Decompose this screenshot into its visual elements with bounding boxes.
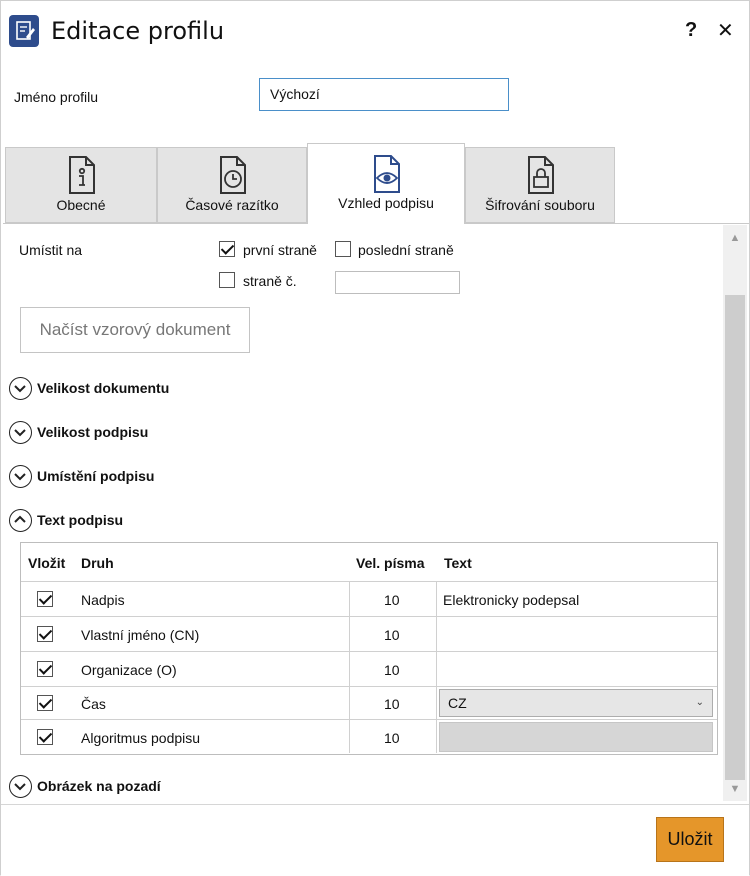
chevron-up-icon bbox=[9, 509, 32, 532]
scroll-down-icon[interactable]: ▼ bbox=[723, 778, 747, 800]
table-row: Vlastní jméno (CN) 10 bbox=[21, 616, 717, 651]
tab-label: Šifrování souboru bbox=[485, 197, 595, 213]
profile-dialog: Editace profilu ? ✕ Jméno profilu Výchoz… bbox=[0, 0, 750, 876]
load-sample-document-button[interactable]: Načíst vzorový dokument bbox=[20, 307, 250, 353]
column-header-font-size: Vel. písma bbox=[356, 555, 425, 571]
table-row: Algoritmus podpisu 10 bbox=[21, 719, 717, 754]
page-number-input[interactable] bbox=[335, 271, 460, 294]
row-text[interactable]: Elektronicky podepsal bbox=[443, 592, 579, 608]
chevron-down-icon bbox=[9, 465, 32, 488]
document-eye-icon bbox=[374, 155, 400, 193]
time-format-dropdown[interactable]: CZ ⌄ bbox=[439, 689, 713, 717]
table-row: Organizace (O) 10 bbox=[21, 651, 717, 686]
row-font-size[interactable]: 10 bbox=[384, 662, 400, 678]
tab-label: Vzhled podpisu bbox=[338, 195, 434, 211]
chevron-down-icon: ⌄ bbox=[695, 697, 704, 708]
placement-label: Umístit na bbox=[19, 242, 83, 258]
section-title: Velikost dokumentu bbox=[37, 380, 170, 396]
page-number-label: straně č. bbox=[243, 273, 297, 289]
tab-signature-appearance[interactable]: Vzhled podpisu bbox=[307, 143, 465, 224]
first-page-label: první straně bbox=[243, 242, 317, 258]
row-insert-checkbox[interactable] bbox=[37, 661, 53, 677]
row-kind: Vlastní jméno (CN) bbox=[81, 627, 200, 643]
row-kind: Nadpis bbox=[81, 592, 125, 608]
chevron-down-icon bbox=[9, 775, 32, 798]
vertical-scrollbar[interactable]: ▲ ▼ bbox=[723, 225, 747, 801]
profile-name-label: Jméno profilu bbox=[14, 89, 99, 105]
row-kind: Organizace (O) bbox=[81, 662, 177, 678]
chevron-down-icon bbox=[9, 421, 32, 444]
first-page-checkbox[interactable] bbox=[219, 241, 235, 257]
section-title: Velikost podpisu bbox=[37, 424, 149, 440]
row-font-size[interactable]: 10 bbox=[384, 696, 400, 712]
document-info-icon bbox=[69, 156, 95, 194]
row-kind: Algoritmus podpisu bbox=[81, 730, 201, 746]
section-title: Obrázek na pozadí bbox=[37, 778, 161, 794]
section-title: Umístění podpisu bbox=[37, 468, 155, 484]
scroll-thumb[interactable] bbox=[725, 295, 745, 780]
row-font-size[interactable]: 10 bbox=[384, 627, 400, 643]
window-title: Editace profilu bbox=[51, 17, 225, 45]
row-insert-checkbox[interactable] bbox=[37, 626, 53, 642]
last-page-checkbox[interactable] bbox=[335, 241, 351, 257]
dropdown-value: CZ bbox=[448, 695, 467, 711]
tab-label: Obecné bbox=[56, 197, 106, 213]
table-row: Nadpis 10 Elektronicky podepsal bbox=[21, 581, 717, 616]
save-button[interactable]: Uložit bbox=[656, 817, 724, 862]
row-font-size[interactable]: 10 bbox=[384, 592, 400, 608]
tab-file-encryption[interactable]: Šifrování souboru bbox=[465, 147, 615, 223]
tab-label: Časové razítko bbox=[185, 197, 279, 213]
row-insert-checkbox[interactable] bbox=[37, 695, 53, 711]
table-row: Čas 10 CZ ⌄ bbox=[21, 686, 717, 719]
chevron-down-icon bbox=[9, 377, 32, 400]
profile-name-input[interactable]: Výchozí bbox=[259, 78, 509, 111]
scroll-up-icon[interactable]: ▲ bbox=[723, 227, 747, 249]
close-button[interactable]: ✕ bbox=[717, 18, 734, 43]
column-header-kind: Druh bbox=[81, 555, 114, 571]
tab-timestamp[interactable]: Časové razítko bbox=[157, 147, 307, 223]
section-title: Text podpisu bbox=[37, 512, 124, 528]
column-header-insert: Vložit bbox=[28, 555, 66, 571]
dialog-footer bbox=[1, 804, 749, 876]
row-kind: Čas bbox=[81, 696, 106, 712]
help-button[interactable]: ? bbox=[685, 19, 697, 42]
title-bar: Editace profilu ? ✕ bbox=[1, 1, 749, 63]
page-number-checkbox[interactable] bbox=[219, 272, 235, 288]
last-page-label: poslední straně bbox=[358, 242, 454, 258]
tab-general[interactable]: Obecné bbox=[5, 147, 157, 223]
signature-text-table: Vložit Druh Vel. písma Text Nadpis 10 El… bbox=[20, 542, 718, 755]
column-header-text: Text bbox=[444, 555, 472, 571]
document-lock-icon bbox=[528, 156, 554, 194]
row-font-size[interactable]: 10 bbox=[384, 730, 400, 746]
row-insert-checkbox[interactable] bbox=[37, 729, 53, 745]
row-text-disabled bbox=[439, 722, 713, 752]
document-clock-icon bbox=[220, 156, 246, 194]
row-insert-checkbox[interactable] bbox=[37, 591, 53, 607]
app-icon bbox=[9, 15, 39, 47]
